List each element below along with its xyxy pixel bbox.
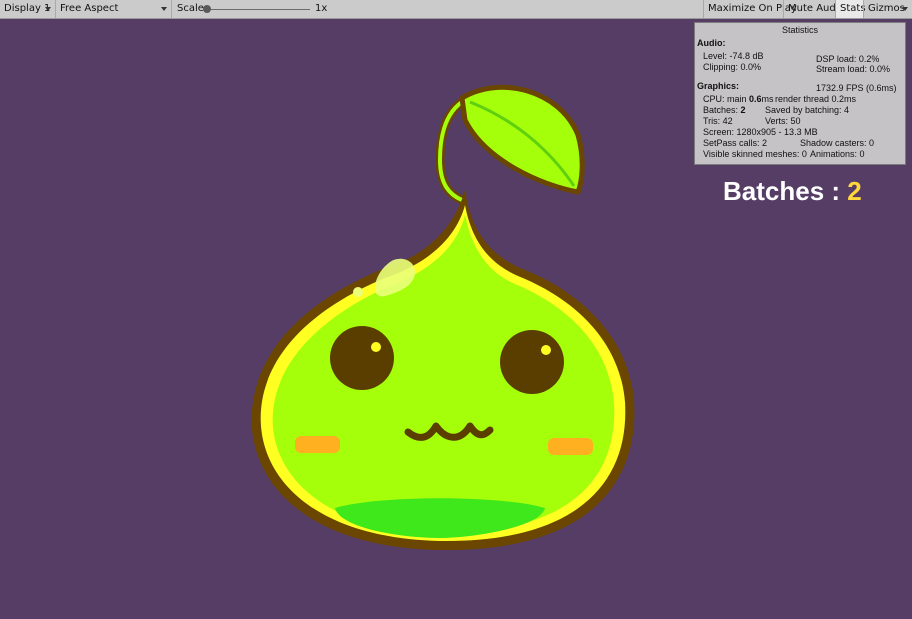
right-eye-glint xyxy=(541,345,551,355)
aspect-dropdown-label: Free Aspect xyxy=(60,3,119,14)
statistics-panel: Statistics Audio: Level: -74.8 dB Clippi… xyxy=(694,22,906,165)
left-cheek xyxy=(295,436,340,453)
audio-clipping: Clipping: 0.0% xyxy=(703,62,762,72)
scale-slider-handle[interactable] xyxy=(203,5,211,13)
mute-audio-button[interactable]: Mute Audio xyxy=(783,0,845,18)
slime-shine-dot xyxy=(353,287,363,297)
left-eye-glint xyxy=(371,342,381,352)
display-dropdown-label: Display 1 xyxy=(4,3,51,14)
right-eye xyxy=(500,330,564,394)
leaf xyxy=(459,84,585,195)
chevron-down-icon xyxy=(902,7,908,11)
setpass-calls: SetPass calls: 2 xyxy=(703,138,768,148)
batches-overlay-label: Batches : xyxy=(723,176,848,206)
display-dropdown[interactable]: Display 1 xyxy=(0,0,56,18)
game-view-toolbar: Display 1 Free Aspect Scale 1x Maximize … xyxy=(0,0,912,19)
render-thread: render thread 0.2ms xyxy=(775,94,857,104)
maximize-on-play-button[interactable]: Maximize On Play xyxy=(703,0,797,18)
shadow-casters: Shadow casters: 0 xyxy=(800,138,875,148)
stream-load: Stream load: 0.0% xyxy=(816,64,891,74)
batches-count: Batches: 2 xyxy=(703,105,746,115)
right-cheek xyxy=(548,438,593,455)
slime-body xyxy=(272,215,615,534)
graphics-header: Graphics: xyxy=(697,81,740,91)
saved-by-batching: Saved by batching: 4 xyxy=(765,105,850,115)
fps-value: 1732.9 FPS (0.6ms) xyxy=(816,83,897,93)
tris-count: Tris: 42 xyxy=(703,116,733,126)
visible-skinned-meshes: Visible skinned meshes: 0 xyxy=(703,149,807,159)
chevron-down-icon xyxy=(45,7,51,11)
chevron-down-icon xyxy=(161,7,167,11)
cpu-main: CPU: main 0.6ms xyxy=(703,94,774,104)
aspect-dropdown[interactable]: Free Aspect xyxy=(56,0,172,18)
left-eye xyxy=(330,326,394,390)
stats-title: Statistics xyxy=(781,25,818,35)
batches-overlay-text: Batches : 2 xyxy=(723,176,862,207)
scale-value: 1x xyxy=(315,3,328,14)
scale-slider-track[interactable] xyxy=(208,9,310,10)
audio-header: Audio: xyxy=(697,38,726,48)
audio-level: Level: -74.8 dB xyxy=(703,51,764,61)
verts-count: Verts: 50 xyxy=(765,116,801,126)
screen-size: Screen: 1280x905 - 13.3 MB xyxy=(703,127,818,137)
batches-overlay-value: 2 xyxy=(847,176,862,206)
animations-count: Animations: 0 xyxy=(810,149,865,159)
gizmos-button-label: Gizmos xyxy=(868,3,905,14)
gizmos-button[interactable]: Gizmos xyxy=(863,0,912,18)
stats-button[interactable]: Stats xyxy=(835,0,866,18)
